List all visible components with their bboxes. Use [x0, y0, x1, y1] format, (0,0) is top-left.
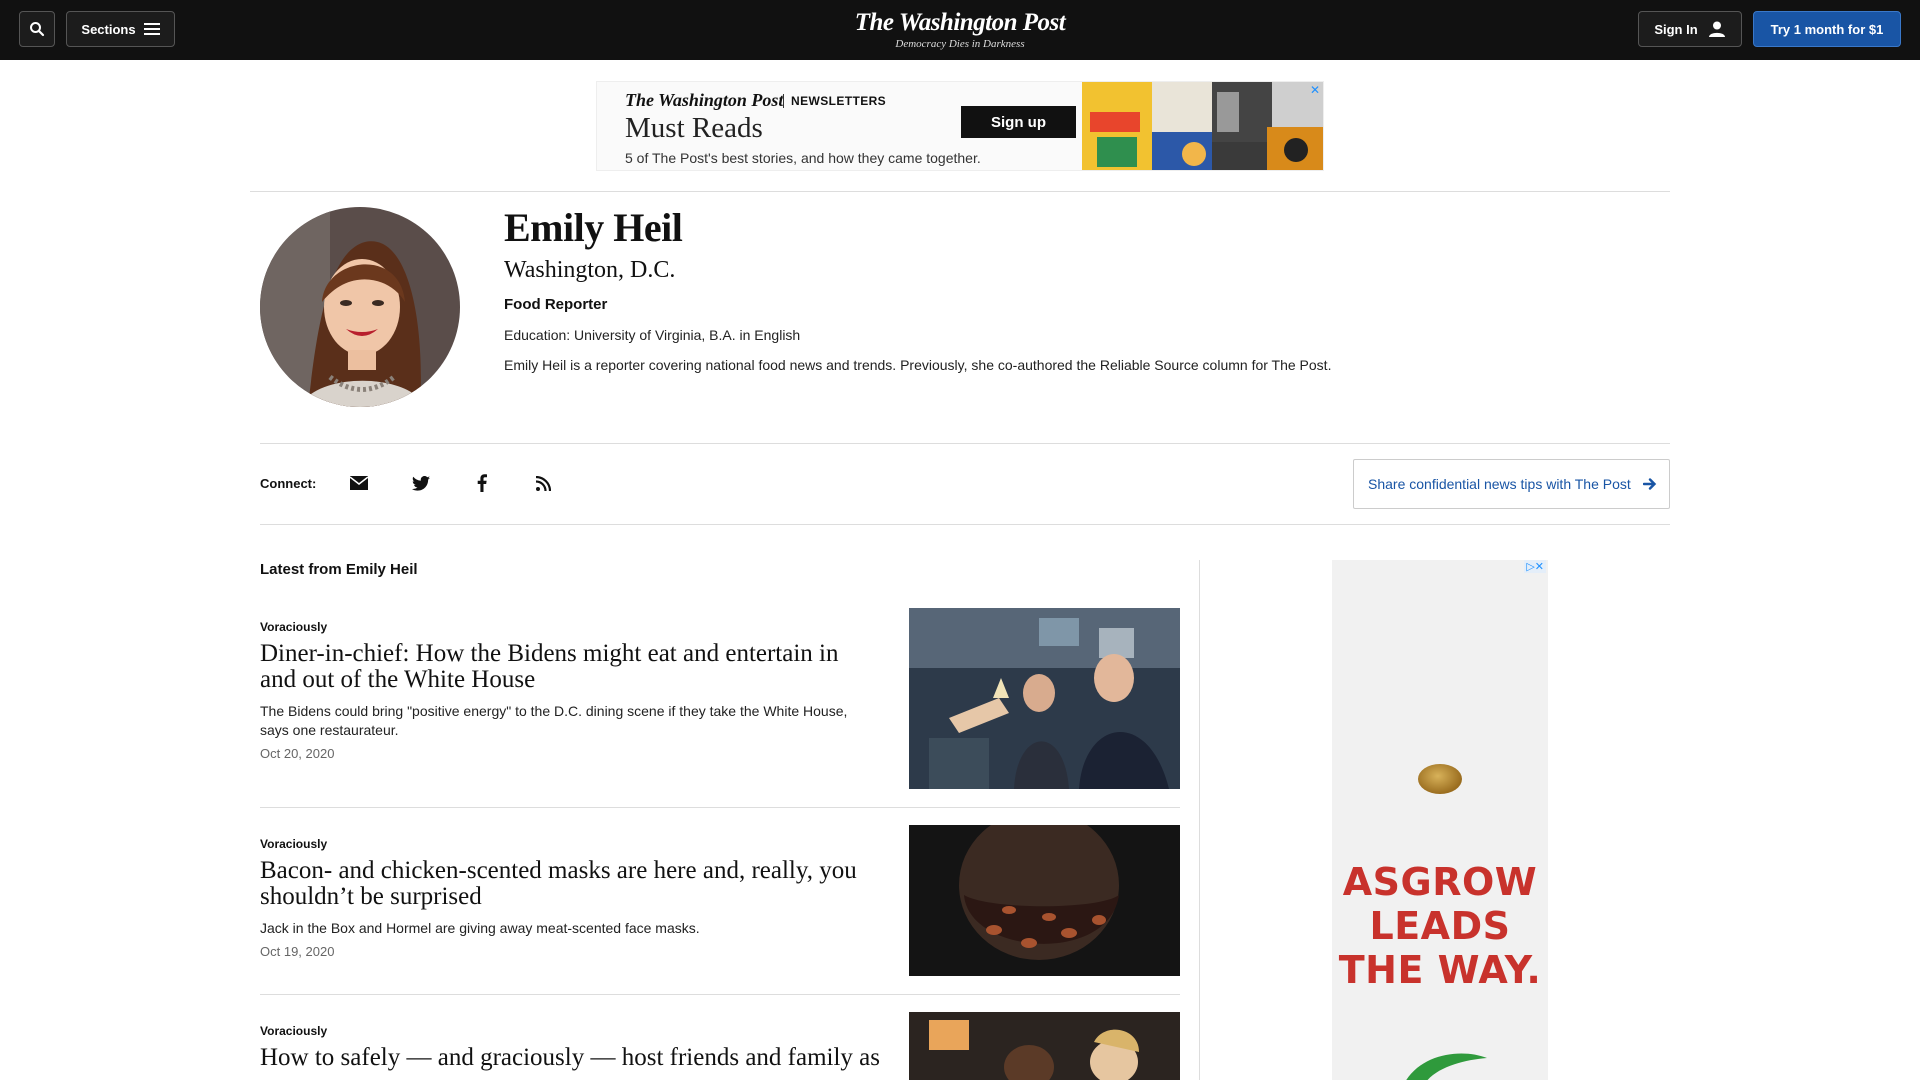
author-avatar [260, 207, 460, 407]
column-divider [1199, 560, 1200, 1080]
twitter-icon[interactable] [409, 471, 433, 495]
ad-collage-image [1082, 82, 1323, 170]
ad-seed-image [1418, 764, 1462, 794]
top-navigation-bar: Sections The Washington Post Democracy D… [0, 0, 1920, 60]
divider [260, 443, 1670, 444]
ad-description: 5 of The Post's best stories, and how th… [625, 150, 981, 166]
site-tagline: Democracy Dies in Darkness [895, 38, 1025, 50]
subscribe-button[interactable]: Try 1 month for $1 [1753, 11, 1901, 47]
ad-signup-button[interactable]: Sign up [961, 106, 1076, 138]
author-role: Food Reporter [504, 296, 608, 313]
news-tips-button[interactable]: Share confidential news tips with The Po… [1353, 459, 1670, 509]
ad-headline: ASGROW LEADS THE WAY. [1332, 860, 1548, 992]
latest-section-title: Latest from Emily Heil [260, 561, 418, 578]
site-logo[interactable]: The Washington Post [810, 9, 1110, 37]
author-name: Emily Heil [504, 205, 683, 250]
sidebar-ad[interactable]: ▷✕ ASGROW LEADS THE WAY. [1332, 560, 1548, 1080]
sections-button[interactable]: Sections [66, 11, 175, 47]
facebook-icon[interactable] [470, 471, 494, 495]
search-button[interactable] [19, 11, 55, 47]
email-icon[interactable] [347, 471, 371, 495]
rss-icon[interactable] [531, 471, 555, 495]
divider [260, 807, 1180, 808]
story-thumbnail[interactable] [909, 1012, 1180, 1080]
author-education: Education: University of Virginia, B.A. … [504, 327, 801, 343]
story-item[interactable]: Voraciously Diner-in-chief: How the Bide… [260, 608, 1180, 789]
divider [250, 191, 1670, 192]
ad-line: THE WAY. [1338, 948, 1542, 992]
ad-line: LEADS [1369, 904, 1511, 948]
story-headline[interactable]: Bacon- and chicken-scented masks are her… [260, 858, 880, 910]
story-thumbnail[interactable] [909, 608, 1180, 789]
ad-close-icon[interactable]: ✕ [1310, 83, 1320, 97]
arrow-right-icon [1642, 478, 1656, 490]
ad-brand-logo: The Washington Post [625, 90, 784, 110]
news-tips-label: Share confidential news tips with The Po… [1368, 476, 1631, 492]
sign-in-button[interactable]: Sign In [1638, 11, 1742, 47]
story-blurb: Jack in the Box and Hormel are giving aw… [260, 920, 700, 936]
connect-label: Connect: [260, 476, 317, 491]
ad-title: Must Reads [625, 112, 763, 144]
divider [260, 524, 1670, 525]
story-blurb: The Bidens could bring "positive energy"… [260, 703, 848, 738]
ad-brand-subtitle: NEWSLETTERS [783, 94, 886, 108]
author-location: Washington, D.C. [504, 257, 676, 283]
story-item[interactable]: Voraciously Bacon- and chicken-scented m… [260, 825, 1180, 976]
story-headline[interactable]: How to safely — and graciously — host fr… [260, 1045, 880, 1071]
ad-line: ASGROW [1342, 860, 1538, 904]
search-icon [30, 22, 45, 37]
story-thumbnail[interactable] [909, 825, 1180, 976]
author-bio: Emily Heil is a reporter covering nation… [504, 357, 1332, 373]
user-icon [1708, 21, 1725, 37]
ad-close-icon[interactable]: ▷✕ [1524, 560, 1546, 573]
newsletter-ad-banner[interactable]: The Washington Post NEWSLETTERS Must Rea… [596, 81, 1324, 171]
story-headline[interactable]: Diner-in-chief: How the Bidens might eat… [260, 641, 880, 693]
story-item[interactable]: Voraciously How to safely — and gracious… [260, 1012, 1180, 1080]
masthead[interactable]: The Washington Post Democracy Dies in Da… [810, 9, 1110, 50]
divider [260, 994, 1180, 995]
sign-in-label: Sign In [1654, 21, 1698, 37]
ad-logo-mark [1406, 1053, 1487, 1080]
sections-label: Sections [81, 21, 136, 37]
hamburger-menu-icon [143, 23, 160, 35]
